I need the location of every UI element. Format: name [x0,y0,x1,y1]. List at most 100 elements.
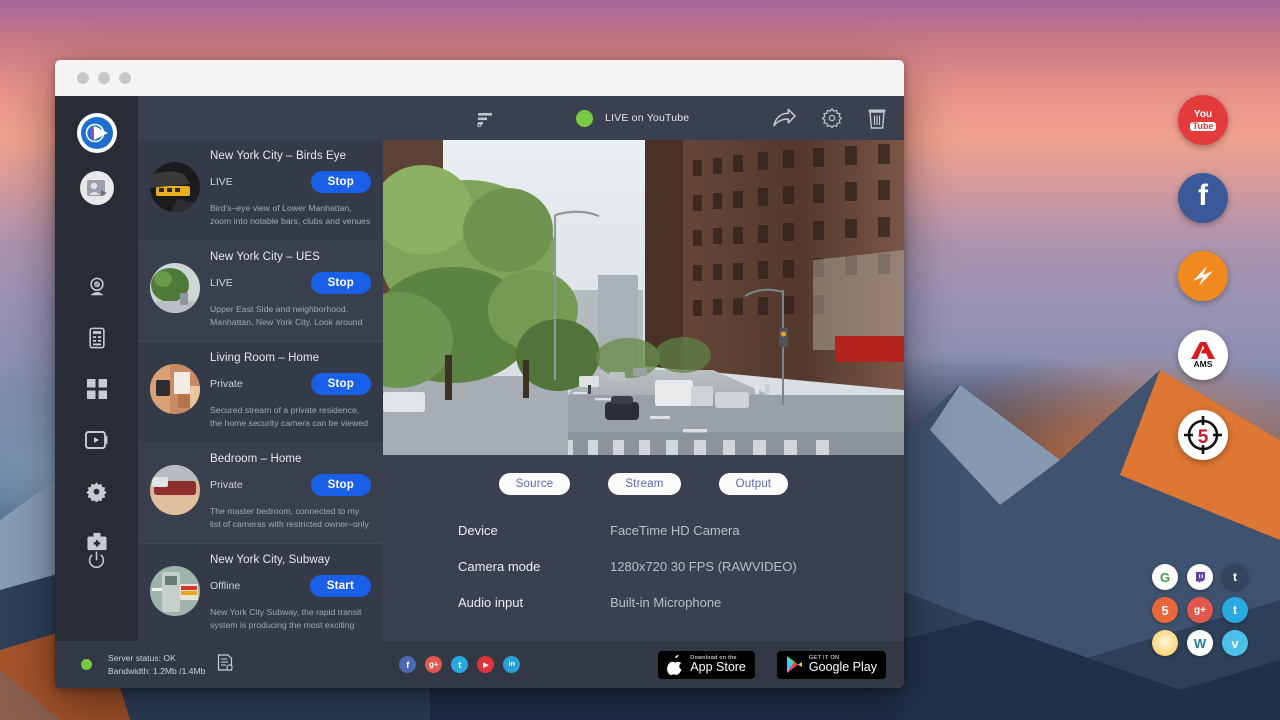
dock-icon-youtube[interactable]: You Tube [1178,95,1228,145]
sort-lines-icon [477,110,494,127]
sidebar-item-power[interactable] [77,540,117,580]
camera-status: Private [210,479,311,491]
window-minimize-button[interactable] [98,72,110,84]
sort-icon[interactable] [477,110,494,127]
share-arrow-icon[interactable] [773,108,796,128]
camera-list-panel: New York City – Birds Eye LIVE Stop Bird… [138,96,383,641]
tab-stream[interactable]: Stream [608,473,680,495]
app-store-big-label: App Store [690,661,746,674]
camera-description: Upper East Side and neighborhood. Manhat… [210,303,371,329]
camera-description: New York City Subway, the rapid transit … [210,606,371,632]
window-maximize-button[interactable] [119,72,131,84]
dock-mini-wordpress[interactable]: W [1187,630,1213,656]
ues-thumb [150,263,200,313]
grasshopper-glyph: G [1160,570,1170,585]
settings-gear-icon[interactable] [822,108,842,128]
camera-title: New York City, Subway [210,554,371,566]
app-store-button[interactable]: Download on the App Store [658,651,755,679]
social-links: f g+ t ▶ in [399,656,520,673]
twitter-glyph: t [458,660,461,670]
social-facebook[interactable]: f [399,656,416,673]
twitter-glyph: t [1233,603,1237,617]
table-row[interactable]: New York City – UES LIVE Stop Upper East… [138,241,383,342]
detail-row-camera-mode: Camera mode 1280x720 30 FPS (RAWVIDEO) [458,559,904,574]
dock-mini-grasshopper[interactable]: G [1152,564,1178,590]
social-google-plus[interactable]: g+ [425,656,442,673]
camera-list: New York City – Birds Eye LIVE Stop Bird… [138,140,383,641]
log-document-icon[interactable] [217,654,233,676]
camera-status: LIVE [210,277,311,289]
gplus-glyph: g+ [429,660,439,669]
dock-icon-adobe-ams[interactable]: AMS [1178,330,1228,380]
gear-icon [86,481,107,502]
dock-mini-tumblr[interactable]: t [1222,564,1248,590]
main-toolbar: LIVE on YouTube [383,96,904,140]
avatar-icon [85,176,109,200]
dock-mini-vimeo[interactable]: v [1222,630,1248,656]
gear-icon [822,108,842,128]
detail-label: Camera mode [458,559,610,574]
social-linkedin[interactable]: in [503,656,520,673]
facebook-glyph: f [1198,179,1208,213]
webcam-icon [86,276,108,298]
google-play-button[interactable]: GET IT ON Google Play [777,651,886,679]
dock-icon-facebook[interactable]: f [1178,173,1228,223]
detail-label: Device [458,523,610,538]
list-panel-header [138,96,383,140]
youtube-line2: Tube [1190,122,1217,131]
adobe-a-icon [1191,342,1215,359]
device-list-icon [87,327,107,349]
table-row[interactable]: New York City, Subway Offline Start New … [138,544,383,641]
tv-icon [85,430,109,450]
detail-value[interactable]: Built-in Microphone [610,595,721,610]
camera-action-button[interactable]: Stop [311,373,371,395]
dock-mini-twitch[interactable] [1187,564,1213,590]
camera-title: Living Room – Home [210,352,371,364]
trash-icon[interactable] [868,108,886,129]
table-row[interactable]: Bedroom – Home Private Stop The master b… [138,443,383,544]
sidebar-item-broadcast[interactable] [77,420,117,460]
dock-icon-wirecast[interactable] [1178,251,1228,301]
dock-mini-flare[interactable] [1152,630,1178,656]
detail-value[interactable]: FaceTime HD Camera [610,523,740,538]
window-close-button[interactable] [77,72,89,84]
sidebar-item-dashboard[interactable] [77,369,117,409]
play-triangle-icon [786,655,803,674]
window-titlebar [55,60,904,96]
sidebar-item-settings[interactable] [77,471,117,511]
lightning-bolt-icon [1187,260,1219,292]
camera-action-button[interactable]: Stop [311,474,371,496]
sidebar-item-app-logo[interactable] [77,113,117,153]
social-twitter[interactable]: t [451,656,468,673]
social-youtube[interactable]: ▶ [477,656,494,673]
sidebar-item-cameras[interactable] [77,267,117,307]
smashing-glyph: 5 [1161,603,1168,618]
detail-value[interactable]: 1280x720 30 FPS (RAWVIDEO) [610,559,797,574]
camera-status: Private [210,378,311,390]
camera-action-button[interactable]: Stop [311,171,371,193]
table-row[interactable]: New York City – Birds Eye LIVE Stop Bird… [138,140,383,241]
dock-mini-google-plus[interactable]: g+ [1187,597,1213,623]
tab-output[interactable]: Output [719,473,789,495]
table-row[interactable]: Living Room – Home Private Stop Secured … [138,342,383,443]
sidebar-item-user-avatar[interactable] [80,171,114,205]
camera-action-button[interactable]: Start [310,575,371,597]
camera-thumbnail [150,566,200,616]
youtube-glyph: ▶ [483,661,488,669]
left-sidebar [55,96,138,641]
video-preview[interactable] [383,140,904,455]
server-status-line: Server status: OK [108,652,205,664]
twitch-icon [1194,571,1207,584]
status-bar: Server status: OK Bandwidth: 1.2Mb /1.4M… [55,641,904,688]
dock-mini-smashing[interactable]: 5 [1152,597,1178,623]
linkedin-glyph: in [509,661,515,668]
camera-action-button[interactable]: Stop [311,272,371,294]
dock-mini-twitter[interactable]: t [1222,597,1248,623]
gplus-glyph: g+ [1194,605,1206,616]
wordpress-glyph: W [1194,636,1206,651]
dock-icon-channel-five[interactable]: 5 [1178,410,1228,460]
apple-icon [667,655,684,675]
sidebar-item-schedule[interactable] [77,318,117,358]
tab-source[interactable]: Source [499,473,571,495]
bandwidth-line: Bandwidth: 1.2Mb /1.4Mb [108,665,205,677]
